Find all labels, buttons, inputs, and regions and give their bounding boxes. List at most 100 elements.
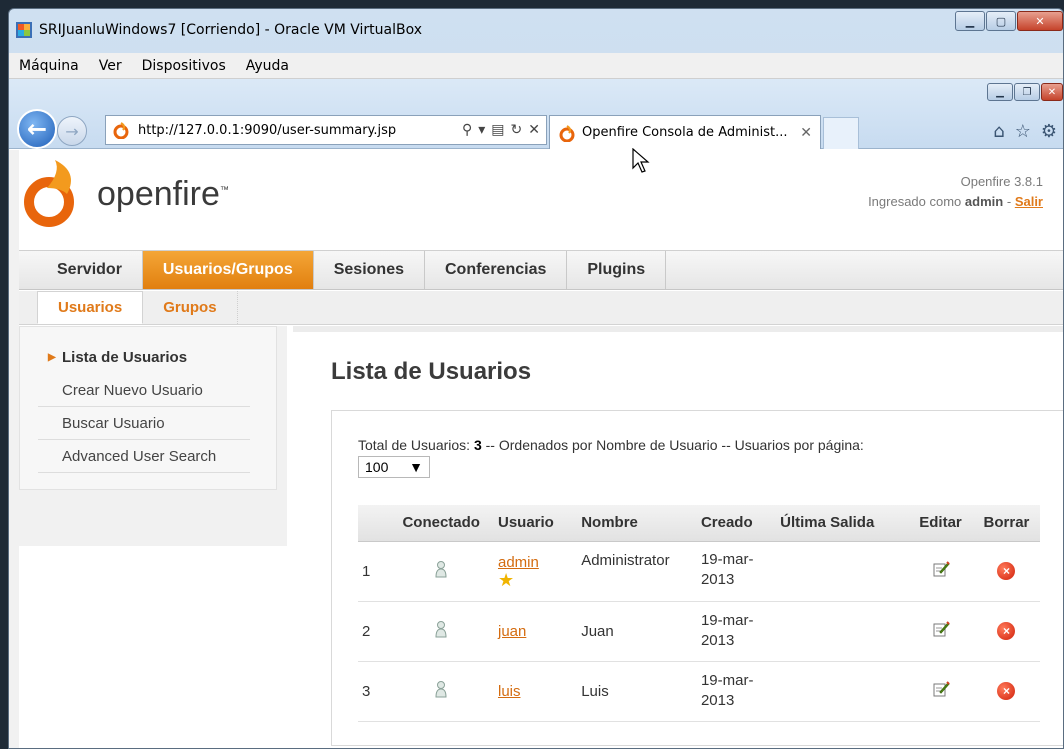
ie-right-toolbar: ⌂ ☆ ⚙: [993, 121, 1057, 142]
col-nombre: Nombre: [577, 505, 697, 542]
offline-person-icon: [435, 561, 447, 578]
gear-icon[interactable]: ⚙: [1041, 121, 1057, 142]
created-date-line2: 2013: [700, 632, 735, 649]
created-cell: 19-mar- 2013: [696, 661, 777, 722]
table-header-row: Conectado Usuario Nombre Creado Última S…: [358, 505, 1040, 542]
name-cell: Juan: [577, 601, 697, 662]
favorites-star-icon[interactable]: ☆: [1015, 121, 1031, 142]
new-tab-button[interactable]: [823, 117, 859, 149]
status-cell: [388, 541, 494, 602]
vbox-title: SRIJuanluWindows7 [Corriendo] - Oracle V…: [39, 22, 423, 38]
vbox-menu-bar: Máquina Ver Dispositivos Ayuda: [9, 53, 1063, 79]
totals-count: 3: [473, 437, 482, 453]
page-title: Lista de Usuarios: [331, 358, 532, 385]
created-cell: 19-mar- 2013: [696, 541, 777, 602]
ie-minimize-button[interactable]: ▁: [987, 83, 1013, 101]
delete-cell: ×: [972, 601, 1040, 662]
tab-close-icon[interactable]: ✕: [792, 125, 820, 141]
dropdown-icon[interactable]: ▾: [478, 122, 485, 138]
ie-restore-button[interactable]: ❐: [1014, 83, 1040, 101]
login-info: Ingresado como admin - Salir: [868, 192, 1043, 212]
openfire-header: openfire™ Openfire 3.8.1 Ingresado como …: [19, 150, 1063, 250]
url-text[interactable]: http://127.0.0.1:9090/user-summary.jsp: [138, 123, 462, 138]
edit-icon[interactable]: [932, 680, 950, 698]
search-icon[interactable]: ⚲: [462, 122, 472, 138]
sidebar-item-label: Lista de Usuarios: [62, 349, 188, 366]
tab-label: Openfire Consola de Administ...: [582, 125, 788, 140]
vbox-title-bar: SRIJuanluWindows7 [Corriendo] - Oracle V…: [9, 9, 1063, 51]
sidebar-item-crear-usuario[interactable]: Crear Nuevo Usuario: [38, 374, 250, 407]
delete-icon[interactable]: ×: [997, 622, 1016, 640]
table-row: 3 luis Luis 19-mar- 2013 ×: [358, 661, 1040, 722]
version-text: Openfire 3.8.1: [960, 174, 1043, 189]
sidebar-item-advanced-search[interactable]: Advanced User Search: [38, 440, 250, 473]
created-cell: 19-mar- 2013: [696, 601, 777, 662]
compat-view-icon[interactable]: ▤: [491, 122, 504, 138]
totals-text: Total de Usuarios: 3 -- Ordenados por No…: [358, 437, 864, 453]
openfire-favicon-icon: [559, 124, 575, 142]
address-bar[interactable]: http://127.0.0.1:9090/user-summary.jsp ⚲…: [105, 115, 547, 145]
ie-toolbar: ▁ ❐ ✕ ← → http://127.0.0.1:9090/user-sum…: [9, 79, 1063, 149]
tab-usuarios-grupos[interactable]: Usuarios/Grupos: [142, 251, 314, 289]
name-cell: Luis: [577, 661, 697, 722]
user-cell: juan: [493, 601, 578, 662]
tab-servidor[interactable]: Servidor: [37, 251, 143, 289]
sidebar-item-buscar-usuario[interactable]: Buscar Usuario: [38, 407, 250, 440]
user-link[interactable]: admin: [498, 554, 539, 571]
edit-cell: [908, 661, 973, 722]
menu-ver[interactable]: Ver: [99, 58, 122, 74]
virtualbox-window: SRIJuanluWindows7 [Corriendo] - Oracle V…: [8, 8, 1064, 749]
sidebar-item-label: Advanced User Search: [62, 447, 217, 465]
row-number: 2: [358, 601, 389, 662]
openfire-logo[interactable]: openfire™: [21, 158, 229, 230]
tab-plugins[interactable]: Plugins: [567, 251, 667, 289]
delete-icon[interactable]: ×: [997, 562, 1016, 580]
menu-dispositivos[interactable]: Dispositivos: [142, 58, 226, 74]
browser-tab-openfire[interactable]: Openfire Consola de Administ... ✕: [549, 115, 821, 149]
offline-person-icon: [435, 621, 447, 638]
menu-ayuda[interactable]: Ayuda: [246, 58, 289, 74]
tab-conferencias[interactable]: Conferencias: [425, 251, 568, 289]
user-link[interactable]: luis: [498, 683, 521, 700]
stop-icon[interactable]: ✕: [528, 122, 540, 138]
last-logout-cell: [776, 541, 909, 602]
per-page-select[interactable]: 100 ▼: [358, 456, 430, 478]
sidebar-item-lista-usuarios[interactable]: ▶ Lista de Usuarios: [38, 341, 250, 374]
edit-icon[interactable]: [932, 560, 950, 578]
row-number: 3: [358, 661, 389, 722]
separator: -: [1006, 194, 1012, 209]
openfire-flame-icon: [24, 160, 74, 227]
user-cell: luis: [493, 661, 578, 722]
edit-icon[interactable]: [932, 620, 950, 638]
table-row: 2 juan Juan 19-mar- 2013 ×: [358, 601, 1040, 662]
row-number: 1: [358, 541, 389, 602]
subtab-usuarios[interactable]: Usuarios: [37, 291, 144, 324]
forward-button[interactable]: →: [57, 116, 87, 146]
user-link[interactable]: juan: [498, 623, 526, 640]
offline-person-icon: [435, 681, 447, 698]
ie-close-button[interactable]: ✕: [1041, 83, 1063, 101]
delete-cell: ×: [972, 661, 1040, 722]
menu-maquina[interactable]: Máquina: [19, 58, 79, 74]
refresh-icon[interactable]: ↻: [511, 122, 523, 138]
sidebar-item-label: Crear Nuevo Usuario: [62, 381, 203, 399]
delete-icon[interactable]: ×: [997, 682, 1016, 700]
sidebar-menu: ▶ Lista de Usuarios Crear Nuevo Usuario …: [19, 326, 277, 490]
close-button[interactable]: ✕: [1017, 11, 1063, 31]
created-date-line1: 19-mar-: [700, 550, 754, 568]
maximize-button[interactable]: ▢: [986, 11, 1016, 31]
tab-sesiones[interactable]: Sesiones: [314, 251, 425, 289]
minimize-button[interactable]: ▁: [955, 11, 985, 31]
status-cell: [388, 601, 494, 662]
main-nav-tabs: Servidor Usuarios/Grupos Sesiones Confer…: [19, 250, 1063, 290]
logout-link[interactable]: Salir: [1015, 194, 1043, 209]
header-meta: Openfire 3.8.1 Ingresado como admin - Sa…: [868, 172, 1043, 212]
back-button[interactable]: ←: [17, 109, 57, 149]
created-date-line1: 19-mar-: [700, 672, 754, 689]
col-num: [358, 505, 389, 542]
subtab-grupos[interactable]: Grupos: [143, 291, 238, 324]
last-logout-cell: [776, 661, 909, 722]
logo-trademark: ™: [219, 184, 229, 195]
col-ultima-salida: Última Salida: [776, 505, 909, 542]
home-icon[interactable]: ⌂: [993, 121, 1004, 142]
